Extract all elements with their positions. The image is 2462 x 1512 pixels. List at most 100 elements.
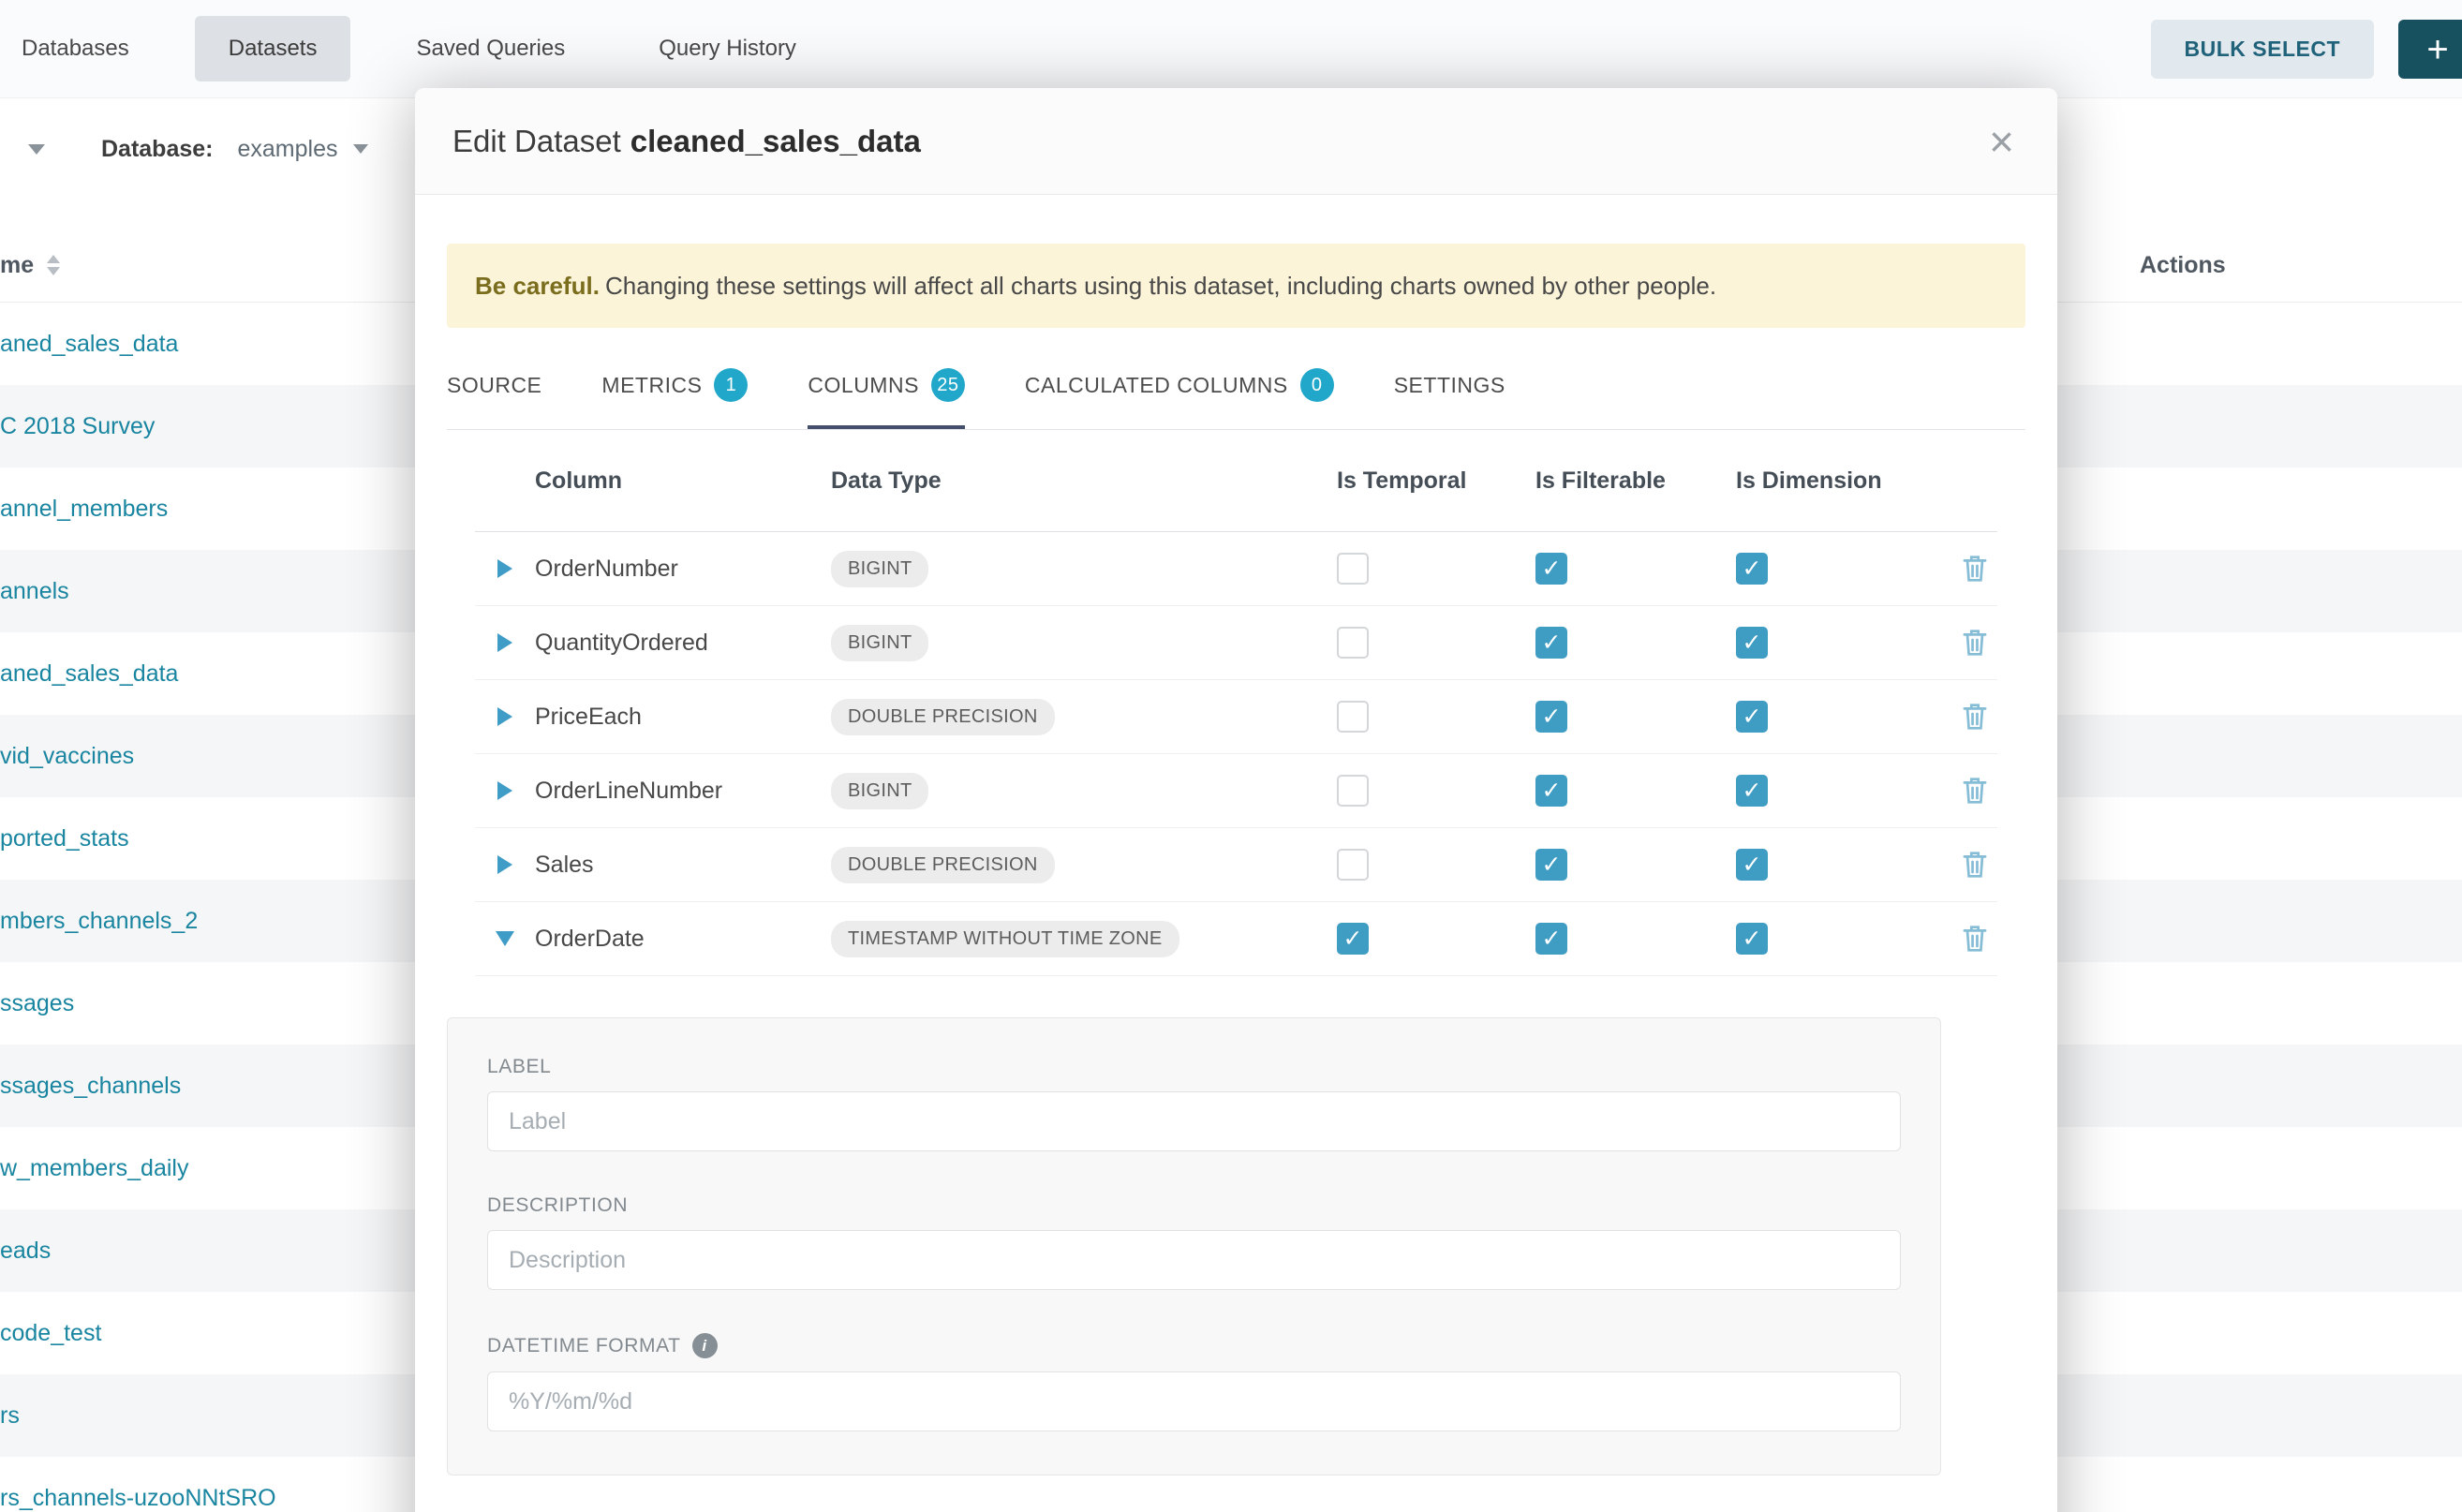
- tab-columns-label: COLUMNS: [808, 373, 919, 398]
- sort-icon[interactable]: [47, 255, 60, 275]
- is-filterable-checkbox[interactable]: [1535, 849, 1567, 881]
- is-dimension-checkbox[interactable]: [1736, 775, 1768, 807]
- tab-source[interactable]: SOURCE: [447, 345, 541, 429]
- dataset-link[interactable]: mbers_channels_2: [0, 880, 198, 962]
- warning-banner-text: Changing these settings will affect all …: [605, 272, 1716, 300]
- dataset-link[interactable]: ported_stats: [0, 797, 129, 880]
- nav-actions: BULK SELECT +: [2151, 20, 2462, 79]
- datetime-format-input[interactable]: [487, 1371, 1901, 1431]
- description-field-label: DESCRIPTION: [487, 1194, 1901, 1217]
- nav-item-databases[interactable]: Databases: [22, 36, 129, 62]
- dataset-link[interactable]: annel_members: [0, 467, 168, 550]
- dataset-link[interactable]: rs_channels-uzooNNtSRO: [0, 1457, 276, 1512]
- chevron-down-icon[interactable]: [28, 144, 45, 155]
- datetime-format-field-group: DATETIME FORMAT i: [487, 1333, 1901, 1431]
- dataset-link[interactable]: aned_sales_data: [0, 632, 178, 715]
- tab-calculated-columns[interactable]: CALCULATED COLUMNS 0: [1025, 345, 1334, 429]
- is-dimension-checkbox[interactable]: [1736, 849, 1768, 881]
- tab-columns[interactable]: COLUMNS25: [808, 345, 965, 429]
- is-filterable-checkbox[interactable]: [1535, 775, 1567, 807]
- description-input[interactable]: [487, 1230, 1901, 1290]
- nav-tabs: Databases Datasets Saved Queries Query H…: [0, 16, 796, 82]
- delete-icon[interactable]: [1961, 924, 1989, 954]
- column-name: Sales: [535, 852, 831, 879]
- dataset-link[interactable]: w_members_daily: [0, 1127, 188, 1209]
- is-temporal-checkbox[interactable]: [1337, 775, 1369, 807]
- expand-caret-icon[interactable]: [497, 633, 512, 652]
- column-row: PriceEach DOUBLE PRECISION: [475, 680, 1997, 754]
- dataset-link[interactable]: ssages_channels: [0, 1045, 181, 1127]
- is-dimension-checkbox[interactable]: [1736, 553, 1768, 585]
- is-filterable-checkbox[interactable]: [1535, 923, 1567, 955]
- modal-header: Edit Dataset cleaned_sales_data ×: [415, 88, 2057, 195]
- expand-caret-icon[interactable]: [497, 707, 512, 726]
- is-temporal-checkbox[interactable]: [1337, 627, 1369, 659]
- dataset-link[interactable]: C 2018 Survey: [0, 385, 155, 467]
- name-column-header[interactable]: me: [0, 229, 60, 302]
- column-row: OrderNumber BIGINT: [475, 532, 1997, 606]
- delete-icon[interactable]: [1961, 628, 1989, 658]
- database-filter-value[interactable]: examples: [238, 136, 338, 163]
- is-filterable-checkbox[interactable]: [1535, 627, 1567, 659]
- close-icon[interactable]: ×: [1983, 119, 2020, 164]
- label-input[interactable]: [487, 1091, 1901, 1151]
- delete-icon[interactable]: [1961, 554, 1989, 584]
- expand-caret-icon[interactable]: [497, 781, 512, 800]
- delete-icon[interactable]: [1961, 776, 1989, 806]
- is-temporal-checkbox[interactable]: [1337, 553, 1369, 585]
- dataset-link[interactable]: eads: [0, 1209, 51, 1292]
- warning-banner: Be careful.Changing these settings will …: [447, 244, 2025, 328]
- is-temporal-header: Is Temporal: [1337, 467, 1535, 495]
- modal-title-dataset-name: cleaned_sales_data: [630, 124, 921, 158]
- is-filterable-header: Is Filterable: [1535, 467, 1736, 495]
- is-dimension-checkbox[interactable]: [1736, 701, 1768, 733]
- label-field-group: LABEL: [487, 1056, 1901, 1151]
- info-icon[interactable]: i: [692, 1333, 718, 1358]
- bulk-select-button[interactable]: BULK SELECT: [2151, 20, 2375, 79]
- tab-settings[interactable]: SETTINGS: [1394, 345, 1505, 429]
- dataset-link[interactable]: ssages: [0, 962, 74, 1045]
- nav-item-saved-queries[interactable]: Saved Queries: [416, 36, 565, 62]
- delete-icon[interactable]: [1961, 702, 1989, 732]
- data-type-pill: DOUBLE PRECISION: [831, 699, 1055, 735]
- expand-caret-icon[interactable]: [496, 931, 514, 946]
- columns-table-header: Column Data Type Is Temporal Is Filterab…: [475, 430, 1997, 532]
- dataset-link[interactable]: code_test: [0, 1292, 101, 1374]
- is-dimension-checkbox[interactable]: [1736, 627, 1768, 659]
- data-type-pill: TIMESTAMP WITHOUT TIME ZONE: [831, 921, 1179, 957]
- dataset-link[interactable]: aned_sales_data: [0, 303, 178, 385]
- edit-dataset-modal: Edit Dataset cleaned_sales_data × Be care…: [415, 88, 2057, 1512]
- delete-icon[interactable]: [1961, 850, 1989, 880]
- database-filter-label: Database:: [101, 136, 214, 163]
- modal-title: Edit Dataset cleaned_sales_data: [452, 124, 921, 159]
- modal-title-prefix: Edit Dataset: [452, 124, 621, 158]
- chevron-down-icon[interactable]: [353, 144, 368, 154]
- column-name: OrderDate: [535, 926, 831, 953]
- nav-item-datasets[interactable]: Datasets: [195, 16, 351, 82]
- is-filterable-checkbox[interactable]: [1535, 553, 1567, 585]
- is-temporal-checkbox[interactable]: [1337, 849, 1369, 881]
- warning-banner-title: Be careful.: [475, 272, 600, 300]
- dataset-link[interactable]: vid_vaccines: [0, 715, 134, 797]
- dataset-link[interactable]: annels: [0, 550, 69, 632]
- add-dataset-button[interactable]: +: [2398, 20, 2462, 79]
- tab-source-label: SOURCE: [447, 373, 541, 398]
- column-name: OrderLineNumber: [535, 778, 831, 805]
- column-name: PriceEach: [535, 704, 831, 731]
- is-temporal-checkbox[interactable]: [1337, 923, 1369, 955]
- data-type-pill: BIGINT: [831, 773, 928, 809]
- nav-item-query-history[interactable]: Query History: [659, 36, 796, 62]
- dataset-link[interactable]: rs: [0, 1374, 20, 1457]
- is-filterable-checkbox[interactable]: [1535, 701, 1567, 733]
- data-type-header: Data Type: [831, 467, 1337, 495]
- tab-metrics[interactable]: METRICS1: [601, 345, 748, 429]
- tab-calculated-columns-badge: 0: [1300, 368, 1334, 402]
- is-temporal-checkbox[interactable]: [1337, 701, 1369, 733]
- expand-caret-icon[interactable]: [497, 855, 512, 874]
- is-dimension-checkbox[interactable]: [1736, 923, 1768, 955]
- label-field-label: LABEL: [487, 1056, 1901, 1078]
- actions-column-header: Actions: [2140, 229, 2226, 302]
- expand-caret-icon[interactable]: [497, 559, 512, 578]
- column-name: QuantityOrdered: [535, 630, 831, 657]
- tab-calculated-columns-label: CALCULATED COLUMNS: [1025, 373, 1288, 398]
